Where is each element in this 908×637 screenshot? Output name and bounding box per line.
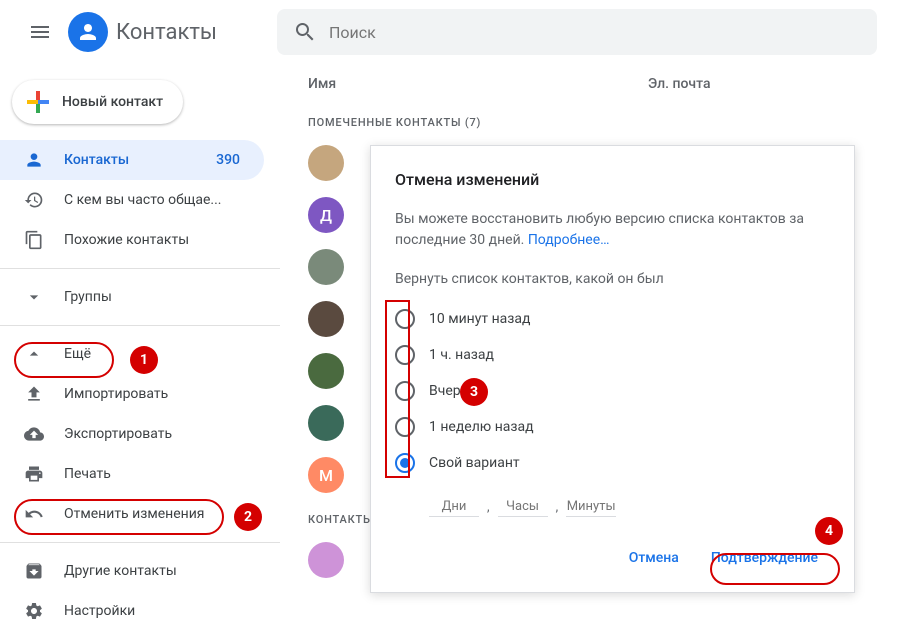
radio-icon bbox=[395, 417, 415, 437]
gear-icon bbox=[24, 601, 44, 621]
sidebar-item-export[interactable]: Экспортировать bbox=[0, 414, 264, 454]
sidebar-item-settings[interactable]: Настройки bbox=[0, 591, 264, 631]
search-input[interactable] bbox=[329, 23, 861, 42]
sidebar-item-undo[interactable]: Отменить изменения bbox=[0, 494, 264, 534]
sidebar-item-more[interactable]: Ещё bbox=[0, 334, 264, 374]
hamburger-icon bbox=[28, 20, 52, 44]
confirm-button[interactable]: Подтверждение bbox=[699, 542, 830, 574]
radio-option-1week[interactable]: 1 неделю назад bbox=[395, 409, 830, 445]
contacts-brand-icon bbox=[68, 12, 108, 52]
sidebar-item-similar[interactable]: Похожие контакты bbox=[0, 220, 264, 260]
avatar: М bbox=[308, 457, 344, 493]
dialog-subtitle: Вернуть список контактов, какой он был bbox=[395, 271, 830, 287]
col-header-email: Эл. почта bbox=[648, 76, 711, 92]
divider bbox=[0, 268, 280, 269]
app-title: Контакты bbox=[116, 20, 217, 45]
chevron-down-icon bbox=[24, 287, 44, 307]
sidebar-item-frequent[interactable]: С кем вы часто общае... bbox=[0, 180, 264, 220]
sidebar: Новый контакт Контакты 390 С кем вы част… bbox=[0, 64, 280, 637]
dialog-title: Отмена изменений bbox=[395, 170, 830, 189]
print-icon bbox=[24, 464, 44, 484]
person-icon bbox=[76, 20, 100, 44]
avatar bbox=[308, 542, 344, 578]
radio-option-10min[interactable]: 10 минут назад bbox=[395, 301, 830, 337]
column-headers: Имя Эл. почта bbox=[288, 64, 900, 104]
custom-time-inputs: , , bbox=[395, 497, 830, 517]
avatar bbox=[308, 249, 344, 285]
upload-icon bbox=[24, 384, 44, 404]
minutes-input[interactable] bbox=[566, 497, 616, 517]
radio-icon bbox=[395, 309, 415, 329]
cloud-upload-icon bbox=[24, 424, 44, 444]
avatar bbox=[308, 405, 344, 441]
radio-option-1h[interactable]: 1 ч. назад bbox=[395, 337, 830, 373]
new-contact-button[interactable]: Новый контакт bbox=[12, 80, 183, 124]
hours-input[interactable] bbox=[498, 497, 548, 517]
days-input[interactable] bbox=[429, 497, 479, 517]
divider bbox=[0, 325, 280, 326]
hamburger-menu-button[interactable] bbox=[16, 8, 64, 56]
person-icon bbox=[24, 150, 44, 170]
plus-icon bbox=[26, 90, 50, 114]
learn-more-link[interactable]: Подробнее… bbox=[528, 232, 610, 248]
cancel-button[interactable]: Отмена bbox=[617, 542, 691, 574]
app-header: Контакты bbox=[0, 0, 908, 64]
undo-changes-dialog: Отмена изменений Вы можете восстановить … bbox=[370, 145, 855, 593]
avatar bbox=[308, 301, 344, 337]
radio-option-custom[interactable]: Свой вариант bbox=[395, 445, 830, 481]
radio-icon bbox=[395, 345, 415, 365]
radio-icon bbox=[395, 453, 415, 473]
avatar bbox=[308, 353, 344, 389]
search-icon bbox=[293, 20, 317, 44]
sidebar-item-print[interactable]: Печать bbox=[0, 454, 264, 494]
dialog-description: Вы можете восстановить любую версию спис… bbox=[395, 209, 830, 251]
history-icon bbox=[24, 190, 44, 210]
avatar bbox=[308, 145, 344, 181]
sidebar-item-groups[interactable]: Группы bbox=[0, 277, 264, 317]
sidebar-item-contacts[interactable]: Контакты 390 bbox=[0, 140, 264, 180]
col-header-name: Имя bbox=[308, 76, 648, 92]
radio-option-yesterday[interactable]: Вчера bbox=[395, 373, 830, 409]
new-contact-label: Новый контакт bbox=[62, 94, 163, 110]
radio-group: 10 минут назад 1 ч. назад Вчера 1 неделю… bbox=[395, 301, 830, 481]
archive-icon bbox=[24, 561, 44, 581]
sidebar-item-import[interactable]: Импортировать bbox=[0, 374, 264, 414]
undo-icon bbox=[24, 504, 44, 524]
radio-icon bbox=[395, 381, 415, 401]
section-starred-label: ПОМЕЧЕННЫЕ КОНТАКТЫ (7) bbox=[288, 104, 900, 137]
copy-icon bbox=[24, 230, 44, 250]
sidebar-item-other[interactable]: Другие контакты bbox=[0, 551, 264, 591]
avatar: Д bbox=[308, 197, 344, 233]
divider bbox=[0, 542, 280, 543]
dialog-actions: Отмена Подтверждение bbox=[617, 542, 830, 574]
search-box[interactable] bbox=[277, 9, 877, 55]
chevron-up-icon bbox=[24, 344, 44, 364]
